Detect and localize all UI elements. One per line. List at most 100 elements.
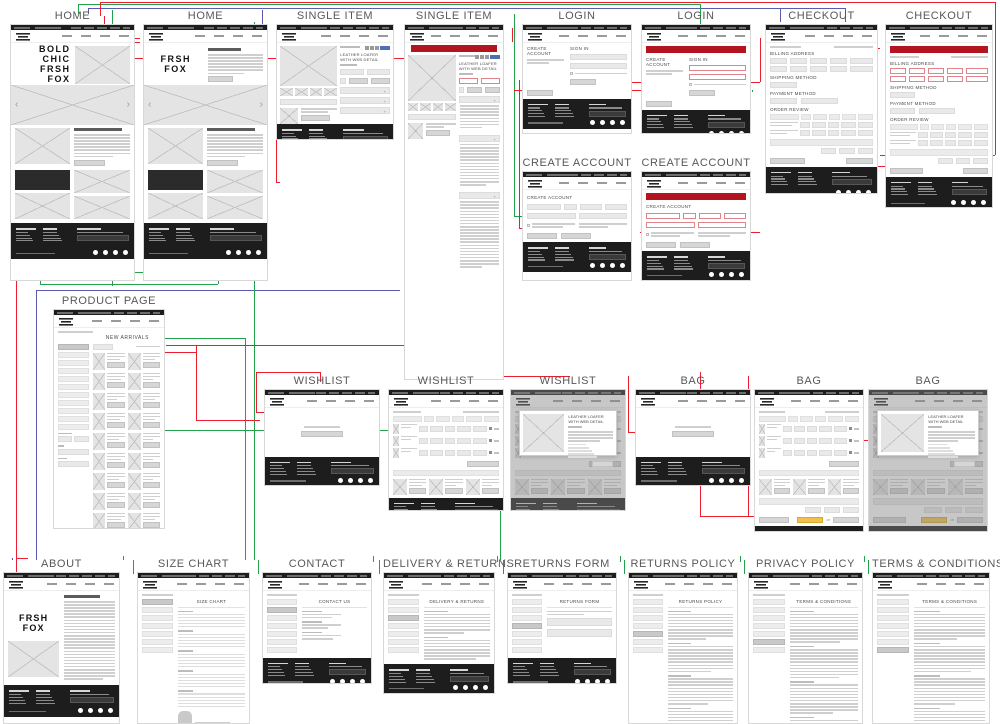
footer-link[interactable]	[149, 232, 161, 233]
utility-link-0[interactable]	[981, 27, 988, 29]
footer-link[interactable]	[176, 238, 194, 239]
place-order-button[interactable]	[963, 168, 988, 174]
checkbox-icon[interactable]	[689, 83, 692, 86]
forgot-password-link[interactable]	[716, 84, 746, 86]
nav-link-0[interactable]	[920, 35, 930, 37]
footer-link[interactable]	[421, 509, 437, 510]
billing-field-7[interactable]	[928, 76, 944, 82]
footer-link[interactable]	[416, 679, 434, 680]
nav-link-2[interactable]	[958, 35, 968, 37]
footer-link[interactable]	[798, 181, 816, 182]
row-cell-4[interactable]	[834, 426, 847, 432]
pinterest-icon[interactable]	[256, 250, 261, 255]
info-sidebar-item-2[interactable]	[753, 615, 785, 621]
utility-link-4[interactable]	[799, 575, 809, 577]
utility-link-0[interactable]	[851, 575, 858, 577]
utility-link-2[interactable]	[356, 27, 366, 29]
footer-link[interactable]	[668, 468, 684, 469]
footer-link[interactable]	[647, 266, 663, 267]
utility-link-4[interactable]	[440, 27, 450, 29]
nav-link-0[interactable]	[47, 583, 57, 585]
utility-link-store-locator[interactable]	[876, 575, 892, 577]
utility-link-2[interactable]	[594, 174, 604, 176]
info-sidebar-item-3[interactable]	[267, 623, 297, 629]
nav-link-1[interactable]	[810, 400, 820, 402]
info-sidebar-item-3[interactable]	[388, 623, 419, 629]
nav-link-3[interactable]	[378, 35, 388, 37]
thumbnail[interactable]	[280, 88, 293, 96]
confirm-password-field[interactable]	[579, 213, 628, 219]
pinterest-icon[interactable]	[483, 685, 488, 690]
nav-link-0[interactable]	[678, 182, 688, 184]
continue-shopping-button[interactable]	[672, 431, 714, 437]
instagram-icon[interactable]	[358, 478, 363, 483]
info-sidebar-item-3[interactable]	[633, 623, 663, 629]
cancel-button[interactable]	[680, 242, 710, 248]
footer-link[interactable]	[297, 468, 313, 469]
footer-link[interactable]	[297, 474, 316, 475]
info-sidebar-item-5[interactable]	[388, 639, 419, 645]
footer-link[interactable]	[268, 666, 280, 667]
remove-icon[interactable]	[489, 427, 492, 430]
twitter-icon[interactable]	[719, 272, 724, 277]
utility-link-1[interactable]	[470, 575, 480, 577]
info-sidebar-item-3[interactable]	[512, 623, 542, 629]
promo-become-frsh-fox[interactable]	[74, 196, 130, 219]
add-to-bag-button[interactable]	[107, 442, 124, 448]
confirm-password-field[interactable]	[698, 222, 747, 228]
brand-logo[interactable]	[760, 398, 774, 406]
utility-link-1[interactable]	[592, 575, 602, 577]
footer-link[interactable]	[555, 257, 573, 258]
utility-link-4[interactable]	[204, 27, 214, 29]
product-tile[interactable]	[128, 453, 160, 470]
nav-link-1[interactable]	[578, 35, 588, 37]
nav-link-3[interactable]	[479, 583, 489, 585]
footer-link[interactable]	[389, 682, 406, 683]
brand-logo[interactable]	[410, 33, 424, 41]
page-frame-create-acct-2[interactable]: CREATE ACCOUNT	[641, 171, 751, 281]
newsletter-optin[interactable]	[527, 223, 575, 229]
row-cell-1[interactable]	[430, 438, 443, 444]
utility-link-4[interactable]	[308, 575, 318, 577]
password-field[interactable]	[689, 74, 746, 80]
utility-link-1[interactable]	[713, 575, 723, 577]
info-sidebar-item-6[interactable]	[267, 647, 297, 653]
utility-link-2[interactable]	[713, 27, 723, 29]
add-to-bag-button[interactable]	[143, 402, 160, 408]
nav-link-2[interactable]	[716, 182, 726, 184]
pagination-top[interactable]	[136, 346, 160, 348]
place-order-button[interactable]	[846, 158, 873, 164]
utility-link-1[interactable]	[607, 27, 617, 29]
create-account-button[interactable]	[646, 101, 672, 107]
product-tile[interactable]	[93, 413, 125, 430]
footer-link[interactable]	[513, 666, 525, 667]
footer-link[interactable]	[295, 675, 314, 676]
footer-link[interactable]	[270, 465, 282, 466]
instagram-icon[interactable]	[350, 679, 355, 684]
billing-field-5[interactable]	[890, 76, 906, 82]
nav-link-1[interactable]	[326, 400, 336, 402]
pinterest-icon[interactable]	[360, 679, 365, 684]
brand-logo[interactable]	[878, 581, 892, 589]
utility-link-1[interactable]	[347, 575, 357, 577]
filter-category-0[interactable]	[58, 344, 89, 350]
utility-link-1[interactable]	[225, 575, 235, 577]
row-cell-4[interactable]	[834, 450, 847, 456]
nav-link-2[interactable]	[85, 583, 95, 585]
row-cell-2[interactable]	[807, 426, 817, 432]
remember-me[interactable]	[689, 83, 716, 86]
add-to-bag-button[interactable]	[843, 488, 859, 494]
facebook-icon[interactable]	[951, 200, 956, 205]
footer-link[interactable]	[9, 694, 21, 695]
continue-shopping-button[interactable]	[301, 431, 343, 437]
newsletter-email-input[interactable]	[450, 676, 489, 682]
twitter-icon[interactable]	[236, 250, 241, 255]
footer-link[interactable]	[268, 672, 284, 673]
page-frame-size-chart[interactable]: SIZE CHART	[137, 572, 250, 724]
footer-link[interactable]	[918, 188, 934, 189]
thumbnail[interactable]	[433, 103, 443, 111]
facebook-icon[interactable]	[709, 478, 714, 483]
footer-link[interactable]	[891, 194, 908, 195]
facebook-icon[interactable]	[590, 120, 595, 125]
footer-link[interactable]	[513, 675, 530, 676]
